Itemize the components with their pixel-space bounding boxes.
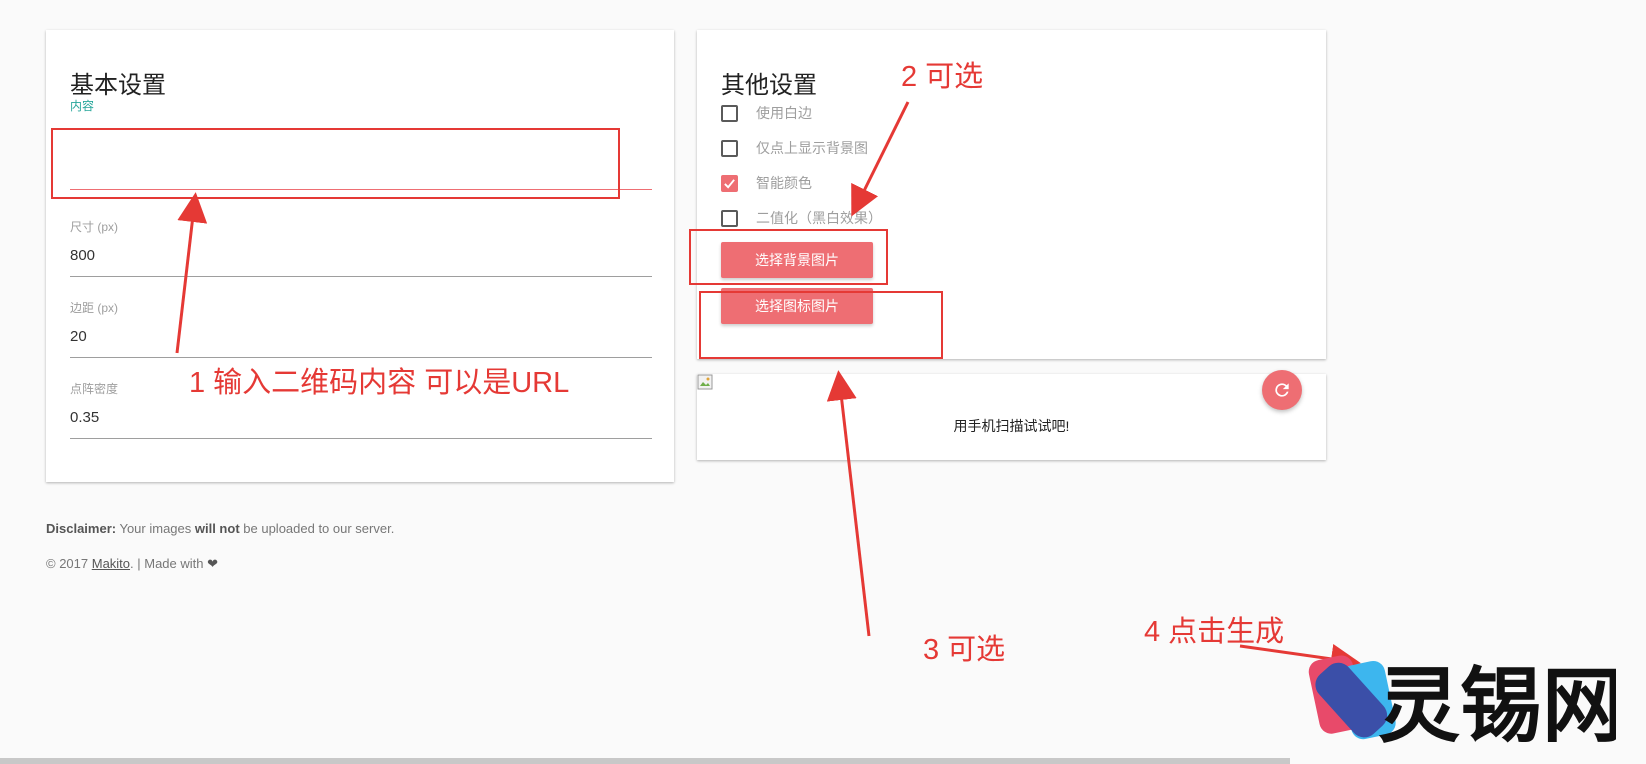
option-label: 二值化（黑白效果） [756,210,882,226]
size-input[interactable] [70,241,652,277]
copyright-text: © 2017 [46,556,92,571]
other-settings-title: 其他设置 [721,72,817,99]
option-bg-on-dots[interactable]: 仅点上显示背景图 [721,137,868,159]
watermark-logo: 灵锡网 [1308,655,1616,754]
checkbox-white-margin[interactable] [721,104,738,122]
refresh-icon [1275,383,1289,397]
heart-icon: ❤ [207,556,219,571]
margin-input[interactable] [70,322,652,358]
density-input[interactable] [70,403,652,439]
margin-field: 边距 (px) [70,299,652,358]
option-white-margin[interactable]: 使用白边 [721,102,812,124]
option-label: 仅点上显示背景图 [756,140,868,156]
copyright: © 2017 Makito. | Made with ❤ [46,556,218,572]
annotation-3: 3 可选 [923,634,1006,666]
check-icon [724,178,735,189]
broken-image-icon [697,374,713,390]
annotation-2: 2 可选 [901,61,984,93]
disclaimer-text-2: be uploaded to our server. [239,521,395,536]
preview-card: 用手机扫描试试吧! [697,370,1326,460]
watermark-text: 灵锡网 [1378,659,1616,754]
disclaimer-strong: Disclaimer: [46,521,117,536]
disclaimer-strong-2: will not [194,521,240,536]
content-label: 内容 [70,99,95,113]
option-label: 智能颜色 [756,175,812,191]
option-label: 使用白边 [756,105,812,121]
annotation-1: 1 输入二维码内容 可以是URL [189,367,570,399]
annotation-box-logo [699,291,943,359]
generate-refresh-button[interactable] [1262,370,1302,410]
size-field: 尺寸 (px) [70,218,652,277]
margin-label: 边距 (px) [70,301,119,315]
annotation-4: 4 点击生成 [1144,616,1285,648]
checkbox-binarize[interactable] [721,209,738,227]
basic-settings-card: 基本设置 内容 尺寸 (px) 边距 (px) 点阵密度 [46,30,674,482]
basic-settings-title: 基本设置 [70,72,166,99]
preview-caption: 用手机扫描试试吧! [953,418,1070,434]
author-link[interactable]: Makito [92,556,130,571]
bottom-bar [0,758,1290,764]
annotation-box-content [51,128,620,199]
checkbox-bg-on-dots[interactable] [721,139,738,157]
checkbox-smart-color[interactable] [721,174,738,192]
made-with-text: . | Made with [130,556,208,571]
disclaimer: Disclaimer: Your images will not be uplo… [46,521,394,536]
disclaimer-text: Your images [116,521,195,536]
option-binarize[interactable]: 二值化（黑白效果） [721,207,882,229]
option-smart-color[interactable]: 智能颜色 [721,172,812,194]
size-label: 尺寸 (px) [70,220,119,234]
annotation-box-background [689,229,888,285]
